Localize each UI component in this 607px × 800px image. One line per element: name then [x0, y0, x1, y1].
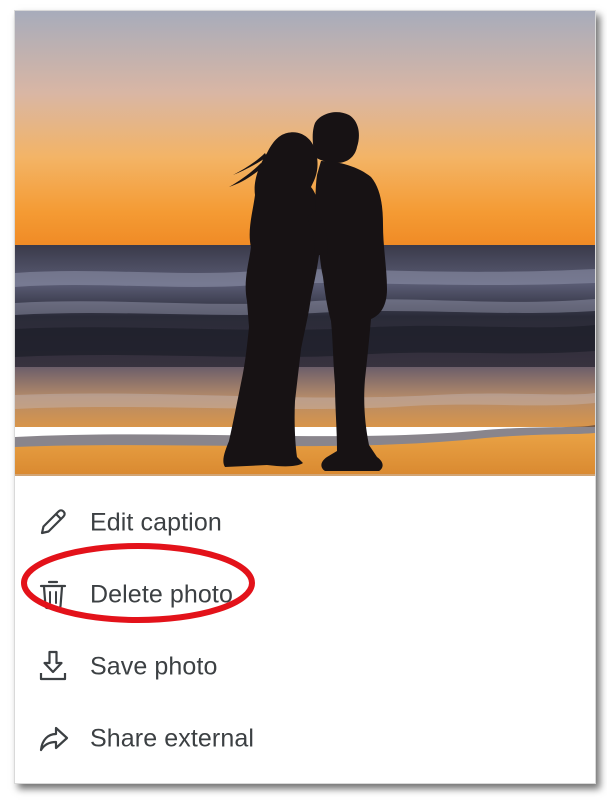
share-external-item[interactable]: Share external [15, 708, 595, 770]
pencil-icon [40, 509, 66, 535]
share-external-label: Share external [90, 724, 254, 753]
edit-caption-item[interactable]: Edit caption [15, 492, 595, 554]
share-arrow-icon [39, 726, 69, 752]
photo-options-card: Edit caption Delete photo Save photo Sha… [14, 10, 596, 784]
save-photo-item[interactable]: Save photo [15, 636, 595, 698]
delete-photo-label: Delete photo [90, 580, 233, 609]
photo-image [15, 11, 595, 476]
edit-caption-label: Edit caption [90, 508, 222, 537]
trash-icon [39, 580, 67, 610]
photo-options-menu: Edit caption Delete photo Save photo Sha… [15, 486, 595, 783]
save-photo-label: Save photo [90, 652, 218, 681]
download-icon [39, 650, 67, 681]
delete-photo-item[interactable]: Delete photo [15, 564, 595, 626]
